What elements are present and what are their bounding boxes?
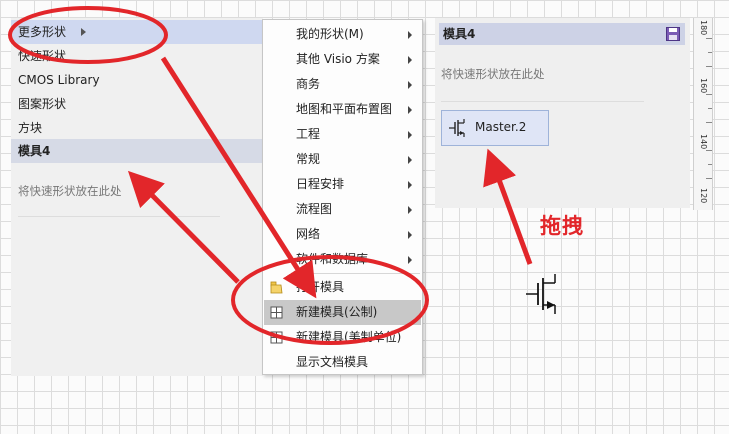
master-label: Master.2 [475, 120, 527, 134]
menu-item-label: 地图和平面布置图 [296, 102, 393, 116]
menu-item-label: 打开模具 [296, 280, 345, 294]
menu-separator [291, 273, 420, 274]
chevron-right-icon [81, 28, 86, 36]
menu-item-general[interactable]: 常规 [264, 147, 421, 172]
chevron-right-icon [408, 181, 412, 189]
menu-item-business[interactable]: 商务 [264, 72, 421, 97]
quick-shapes-label: 快速形状 [18, 49, 67, 63]
chevron-right-icon [408, 106, 412, 114]
hint-divider [18, 216, 220, 217]
chevron-right-icon [408, 156, 412, 164]
open-folder-icon [270, 281, 283, 294]
ruler-tick [706, 66, 712, 67]
stencil-panel: 模具4 将快速形状放在此处 Master.2 [435, 18, 690, 208]
chevron-right-icon [408, 256, 412, 264]
ruler-tick [706, 122, 712, 123]
pattern-shapes-label: 图案形状 [18, 97, 67, 111]
canvas-transistor-shape[interactable] [524, 272, 564, 316]
ruler-tick [708, 164, 712, 165]
more-shapes-label: 更多形状 [18, 25, 67, 39]
chevron-right-icon [408, 31, 412, 39]
hint-divider [441, 101, 644, 102]
chevron-right-icon [408, 131, 412, 139]
menu-item-engineering[interactable]: 工程 [264, 122, 421, 147]
vertical-ruler[interactable]: 180 160 140 120 [693, 18, 713, 210]
menu-item-show-doc-stencil[interactable]: 显示文档模具 [264, 350, 421, 375]
stencil-header[interactable]: 模具4 [439, 23, 685, 45]
ruler-tick [706, 38, 712, 39]
menu-item-label: 软件和数据库 [296, 252, 369, 266]
save-icon[interactable] [666, 27, 680, 41]
menu-item-label: 我的形状(M) [296, 27, 364, 41]
drag-annotation-label: 拖拽 [540, 214, 584, 238]
grid-icon [270, 331, 283, 344]
menu-item-network[interactable]: 网络 [264, 222, 421, 247]
menu-item-label: 其他 Visio 方案 [296, 52, 380, 66]
menu-item-my-shapes[interactable]: 我的形状(M) [264, 22, 421, 47]
stencil-header[interactable]: 模具4 [11, 139, 263, 163]
menu-item-label: 工程 [296, 127, 321, 141]
menu-item-other-visio[interactable]: 其他 Visio 方案 [264, 47, 421, 72]
chevron-right-icon [408, 56, 412, 64]
more-shapes-item[interactable]: 更多形状 [11, 20, 263, 44]
stencil-title: 模具4 [18, 144, 51, 158]
context-menu: 我的形状(M) 其他 Visio 方案 商务 地图和平面布置图 工程 常规 日程… [262, 19, 423, 375]
transistor-icon [449, 119, 465, 137]
drop-hint: 将快速形状放在此处 [18, 184, 122, 198]
menu-item-flowchart[interactable]: 流程图 [264, 197, 421, 222]
quick-shapes-item[interactable]: 快速形状 [11, 44, 263, 68]
menu-item-label: 新建模具(美制单位) [296, 330, 402, 344]
menu-item-label: 显示文档模具 [296, 355, 369, 369]
menu-item-label: 网络 [296, 227, 321, 241]
menu-item-new-stencil-us[interactable]: 新建模具(美制单位) [264, 325, 421, 350]
cmos-library-label: CMOS Library [18, 73, 100, 87]
ruler-tick [706, 178, 712, 179]
menu-item-maps[interactable]: 地图和平面布置图 [264, 97, 421, 122]
ruler-tick [706, 150, 712, 151]
ruler-tick [708, 52, 712, 53]
grid-icon [270, 306, 283, 319]
ruler-tick [706, 94, 712, 95]
menu-item-open-stencil[interactable]: 打开模具 [264, 275, 421, 300]
menu-item-label: 流程图 [296, 202, 333, 216]
drop-hint: 将快速形状放在此处 [441, 67, 545, 81]
menu-item-label: 常规 [296, 152, 321, 166]
chevron-right-icon [408, 231, 412, 239]
menu-item-schedule[interactable]: 日程安排 [264, 172, 421, 197]
ruler-label: 140 [699, 134, 708, 150]
blocks-label: 方块 [18, 121, 43, 135]
menu-item-label: 新建模具(公制) [296, 305, 378, 319]
stencil-title: 模具4 [443, 27, 476, 41]
menu-item-new-stencil-metric[interactable]: 新建模具(公制) [264, 300, 421, 325]
menu-item-software-db[interactable]: 软件和数据库 [264, 247, 421, 272]
blocks-item[interactable]: 方块 [11, 116, 263, 140]
shapes-panel: 更多形状 快速形状 CMOS Library 图案形状 方块 模具4 将快速形状… [11, 18, 263, 376]
cmos-library-item[interactable]: CMOS Library [11, 68, 263, 92]
chevron-right-icon [408, 81, 412, 89]
ruler-tick [708, 108, 712, 109]
ruler-label: 120 [699, 188, 708, 204]
ruler-label: 180 [699, 20, 708, 36]
master-shape-item[interactable]: Master.2 [441, 110, 549, 146]
pattern-shapes-item[interactable]: 图案形状 [11, 92, 263, 116]
ruler-label: 160 [699, 78, 708, 94]
menu-item-label: 日程安排 [296, 177, 345, 191]
menu-item-label: 商务 [296, 77, 321, 91]
chevron-right-icon [408, 206, 412, 214]
